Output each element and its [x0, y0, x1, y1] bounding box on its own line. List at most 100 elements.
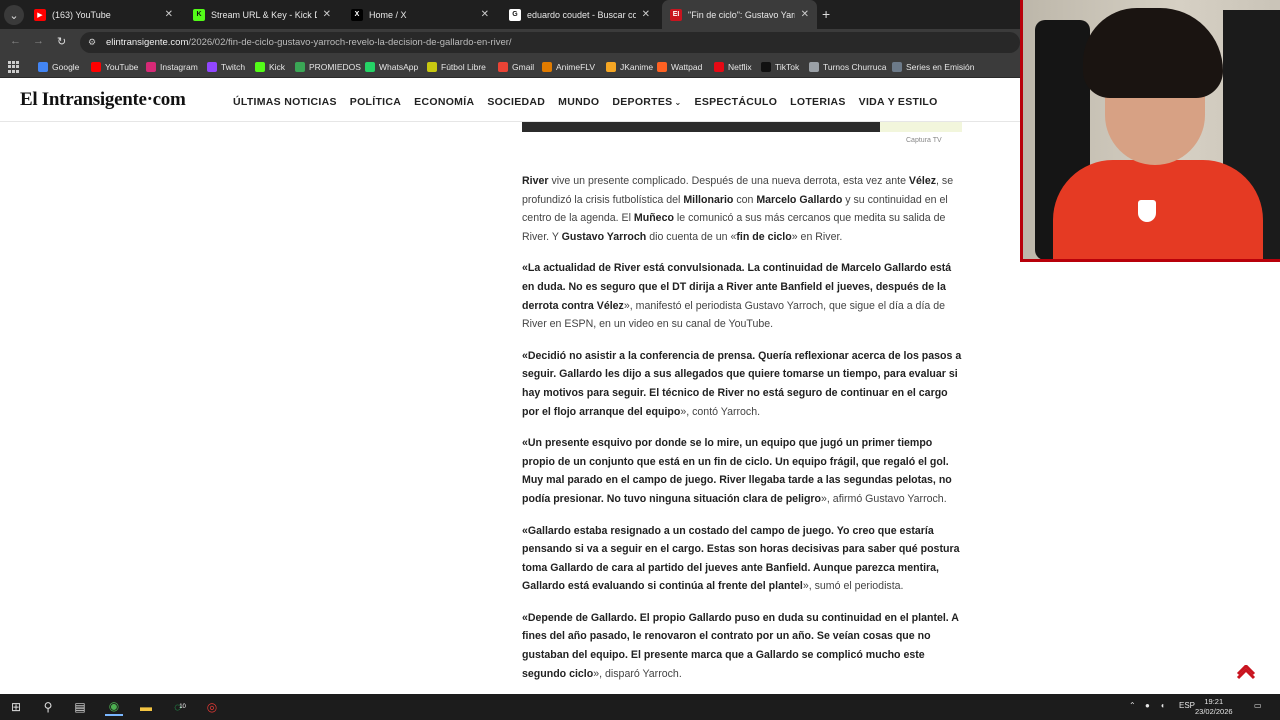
bookmark-instagram[interactable]: Instagram [146, 60, 198, 74]
bookmark-turnos-churruca[interactable]: Turnos Churruca [809, 60, 886, 74]
webcam-overlay [1020, 0, 1280, 262]
forward-icon[interactable]: → [33, 35, 44, 47]
bookmark-series-en-emisi-n[interactable]: Series en Emisión [892, 60, 975, 74]
tab-close-icon[interactable]: ✕ [481, 9, 489, 20]
bookmark-label: JKanime [620, 62, 654, 72]
nav-item-label: ESPECTÁCULO [694, 96, 778, 108]
nav-item-label: POLÍTICA [349, 96, 402, 108]
text: », disparó Yarroch. [593, 667, 682, 680]
bookmark-promiedos[interactable]: PROMIEDOS [295, 60, 361, 74]
bookmark-youtube[interactable]: YouTube [91, 60, 138, 74]
google-icon: G [509, 8, 521, 21]
nav-item-mundo[interactable]: MUNDO [558, 96, 599, 108]
tab-close-icon[interactable]: ✕ [642, 9, 650, 20]
language-indicator[interactable]: ESP [1179, 701, 1195, 710]
bold-text: Millonario [683, 193, 734, 206]
browser-tab[interactable]: Geduardo coudet - Buscar con G ✕ [501, 0, 658, 29]
article-paragraph: «Un presente esquivo por donde se lo mir… [522, 434, 962, 508]
text: », afirmó Gustavo Yarroch. [821, 492, 947, 505]
bookmark-label: Wattpad [671, 62, 703, 72]
nav-item-label: MUNDO [558, 96, 600, 108]
bookmark-label: Twitch [221, 62, 246, 72]
clock-time: 19:21 [1204, 697, 1224, 706]
nav-item-label: ECONOMÍA [414, 96, 475, 108]
task-view-icon[interactable]: ▤ [71, 698, 89, 716]
bookmark-favicon-icon [146, 62, 156, 72]
nav-item-sociedad[interactable]: SOCIEDAD [487, 96, 545, 108]
video-embed[interactable] [522, 122, 880, 132]
text: » en River. [791, 230, 843, 243]
file-explorer-icon[interactable]: ▬ [137, 698, 155, 716]
tab-close-icon[interactable]: ✕ [323, 9, 331, 20]
browser-tab[interactable]: K Stream URL & Key - Kick Dashb ✕ [185, 0, 339, 29]
browser-tab[interactable]: ▶ (163) YouTube ✕ [26, 0, 181, 29]
bold-text: fin de ciclo [736, 230, 792, 243]
nav-item-loterias[interactable]: LOTERIAS [790, 96, 845, 108]
tab-title: (163) YouTube [52, 9, 111, 20]
bookmark-label: WhatsApp [379, 62, 419, 72]
bookmark-twitch[interactable]: Twitch [207, 60, 245, 74]
site-logo[interactable]: El Intransigente·com [20, 89, 186, 111]
bookmark-favicon-icon [91, 62, 101, 72]
browser-tab[interactable]: EI "Fin de ciclo": Gustavo Yarroch ✕ [662, 0, 817, 29]
bookmark-label: YouTube [105, 62, 139, 72]
nav-item-espect-culo[interactable]: ESPECTÁCULO [695, 96, 778, 108]
bookmark-tiktok[interactable]: TikTok [761, 60, 799, 74]
apps-grid-icon[interactable] [8, 61, 20, 73]
bookmark-wattpad[interactable]: Wattpad [657, 60, 702, 74]
chrome-taskbar-icon[interactable]: ◉ [105, 698, 123, 716]
bookmark-favicon-icon [498, 62, 508, 72]
bookmark-kick[interactable]: Kick [255, 60, 285, 74]
youtube-icon: ▶ [34, 8, 46, 21]
bookmark-favicon-icon [542, 62, 552, 72]
nav-item-deportes[interactable]: DEPORTES ⌄ [612, 96, 681, 108]
nav-item--ltimas-noticias[interactable]: ÚLTIMAS NOTICIAS [233, 96, 337, 108]
nav-item-label: VIDA Y ESTILO [858, 96, 938, 108]
windows-start-icon[interactable]: ⊞ [7, 698, 25, 716]
bookmark-google[interactable]: Google [38, 60, 79, 74]
tab-title: eduardo coudet - Buscar con G [527, 9, 636, 20]
article-paragraph: «Decidió no asistir a la conferencia de … [522, 347, 962, 421]
clock[interactable]: 19:21 23/02/2026 [1195, 697, 1233, 717]
tab-title: Home / X [369, 9, 407, 20]
address-bar[interactable]: ⚙ elintransigente.com/2026/02/fin-de-cic… [80, 32, 1020, 53]
bookmark-label: Instagram [160, 62, 198, 72]
bookmark-favicon-icon [714, 62, 724, 72]
whatsapp-badge: 10 [179, 704, 186, 710]
bold-text: Vélez [908, 175, 937, 187]
bookmark-f-tbol-libre[interactable]: Fútbol Libre [427, 60, 486, 74]
bookmark-netflix[interactable]: Netflix [714, 60, 752, 74]
nav-item-pol-tica[interactable]: POLÍTICA [350, 96, 401, 108]
reload-icon[interactable]: ↻ [57, 35, 66, 48]
volume-icon[interactable]: ◖ [1160, 701, 1165, 710]
scroll-to-top-icon[interactable] [1236, 665, 1256, 681]
tray-overflow-icon[interactable]: ⌃ [1129, 701, 1136, 710]
bookmark-whatsapp[interactable]: WhatsApp [365, 60, 418, 74]
bookmark-favicon-icon [761, 62, 771, 72]
bookmark-favicon-icon [207, 62, 217, 72]
tab-close-icon[interactable]: ✕ [165, 9, 173, 20]
new-tab-button[interactable]: + [822, 6, 830, 22]
back-icon[interactable]: ← [10, 35, 21, 47]
tab-close-icon[interactable]: ✕ [801, 9, 809, 20]
obs-taskbar-icon[interactable]: ◎ [203, 698, 221, 716]
bookmark-label: Turnos Churruca [823, 62, 887, 72]
whatsapp-taskbar-icon[interactable]: ◌ 10 [171, 698, 189, 716]
microphone-icon[interactable]: ● [1145, 701, 1150, 710]
site-info-icon[interactable]: ⚙ [88, 37, 100, 48]
bookmark-favicon-icon [295, 62, 305, 72]
notifications-icon[interactable]: ▭ [1254, 701, 1262, 710]
bookmark-gmail[interactable]: Gmail [498, 60, 534, 74]
url-host: elintransigente.com [106, 37, 189, 48]
text: con [733, 193, 757, 206]
nav-item-label: ÚLTIMAS NOTICIAS [233, 96, 337, 108]
search-icon[interactable]: ⚲ [39, 698, 57, 716]
browser-tab[interactable]: X Home / X ✕ [343, 0, 497, 29]
shirt-crest [1138, 200, 1156, 222]
tab-search-button[interactable]: ⌄ [4, 5, 24, 25]
bookmark-animeflv[interactable]: AnimeFLV [542, 60, 595, 74]
nav-item-vida-y-estilo[interactable]: VIDA Y ESTILO [859, 96, 938, 108]
bookmark-favicon-icon [427, 62, 437, 72]
bookmark-jkanime[interactable]: JKanime [606, 60, 653, 74]
nav-item-econom-a[interactable]: ECONOMÍA [414, 96, 474, 108]
